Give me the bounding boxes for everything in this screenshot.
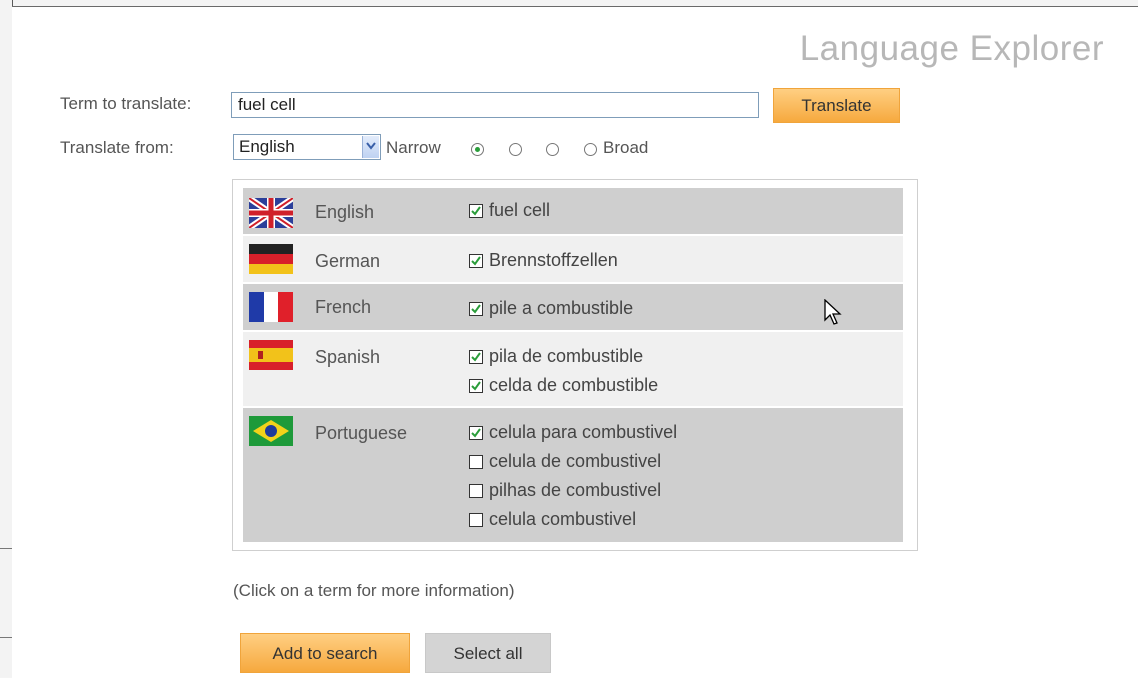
term-link[interactable]: celula combustivel	[489, 509, 636, 530]
france-flag-icon	[249, 292, 293, 322]
term-checkbox[interactable]	[469, 350, 483, 364]
term-checkbox[interactable]	[469, 513, 483, 527]
scope-radio-narrow[interactable]	[471, 143, 484, 156]
add-to-search-button[interactable]: Add to search	[240, 633, 410, 673]
language-label: Spanish	[315, 347, 381, 367]
result-row-portuguese: Portuguese celula para combustivel celul…	[243, 408, 903, 542]
left-edge-box	[0, 548, 12, 638]
term-link[interactable]: celula de combustivel	[489, 451, 661, 472]
term-label: Term to translate:	[60, 94, 192, 113]
chevron-down-icon[interactable]	[362, 136, 379, 158]
result-row-english: English fuel cell	[243, 188, 903, 234]
term-checkbox[interactable]	[469, 379, 483, 393]
spain-flag-icon	[249, 340, 293, 370]
language-label: Portuguese	[315, 423, 408, 443]
brazil-flag-icon	[249, 416, 293, 446]
term-link[interactable]: pila de combustible	[489, 346, 643, 367]
select-all-button[interactable]: Select all	[425, 633, 551, 673]
mouse-cursor-icon	[824, 299, 842, 325]
language-label: French	[315, 297, 372, 317]
broad-label: Broad	[603, 138, 649, 157]
language-label: English	[315, 202, 375, 222]
term-checkbox[interactable]	[469, 254, 483, 268]
translation-results: English fuel cell German Brennstoffzelle…	[232, 179, 918, 551]
language-label: German	[315, 251, 381, 271]
result-row-german: German Brennstoffzellen	[243, 236, 903, 282]
translate-button[interactable]: Translate	[773, 88, 900, 123]
scope-radio-broad[interactable]	[584, 143, 597, 156]
term-checkbox[interactable]	[469, 426, 483, 440]
scope-radio-2[interactable]	[509, 143, 522, 156]
result-row-spanish: Spanish pila de combustible celda de com…	[243, 332, 903, 406]
germany-flag-icon	[249, 244, 293, 274]
term-checkbox[interactable]	[469, 455, 483, 469]
page-title: Language Explorer	[799, 29, 1104, 68]
term-input[interactable]	[231, 92, 759, 118]
uk-flag-icon	[249, 198, 293, 228]
hint-text: (Click on a term for more information)	[233, 581, 515, 600]
source-language-select[interactable]: English	[233, 134, 381, 160]
scope-radio-3[interactable]	[546, 143, 559, 156]
term-checkbox[interactable]	[469, 484, 483, 498]
term-link[interactable]: celda de combustible	[489, 375, 658, 396]
term-checkbox[interactable]	[469, 204, 483, 218]
source-language-value: English	[239, 137, 295, 156]
result-row-french: French pile a combustible	[243, 284, 903, 330]
term-link[interactable]: pilhas de combustivel	[489, 480, 661, 501]
term-link[interactable]: fuel cell	[489, 200, 550, 221]
language-explorer-panel: Language Explorer Term to translate: Tra…	[12, 6, 1138, 678]
term-link[interactable]: pile a combustible	[489, 298, 633, 319]
term-link[interactable]: celula para combustivel	[489, 422, 677, 443]
term-link[interactable]: Brennstoffzellen	[489, 250, 618, 271]
term-checkbox[interactable]	[469, 302, 483, 316]
narrow-label: Narrow	[386, 138, 441, 157]
translate-from-label: Translate from:	[60, 138, 174, 157]
